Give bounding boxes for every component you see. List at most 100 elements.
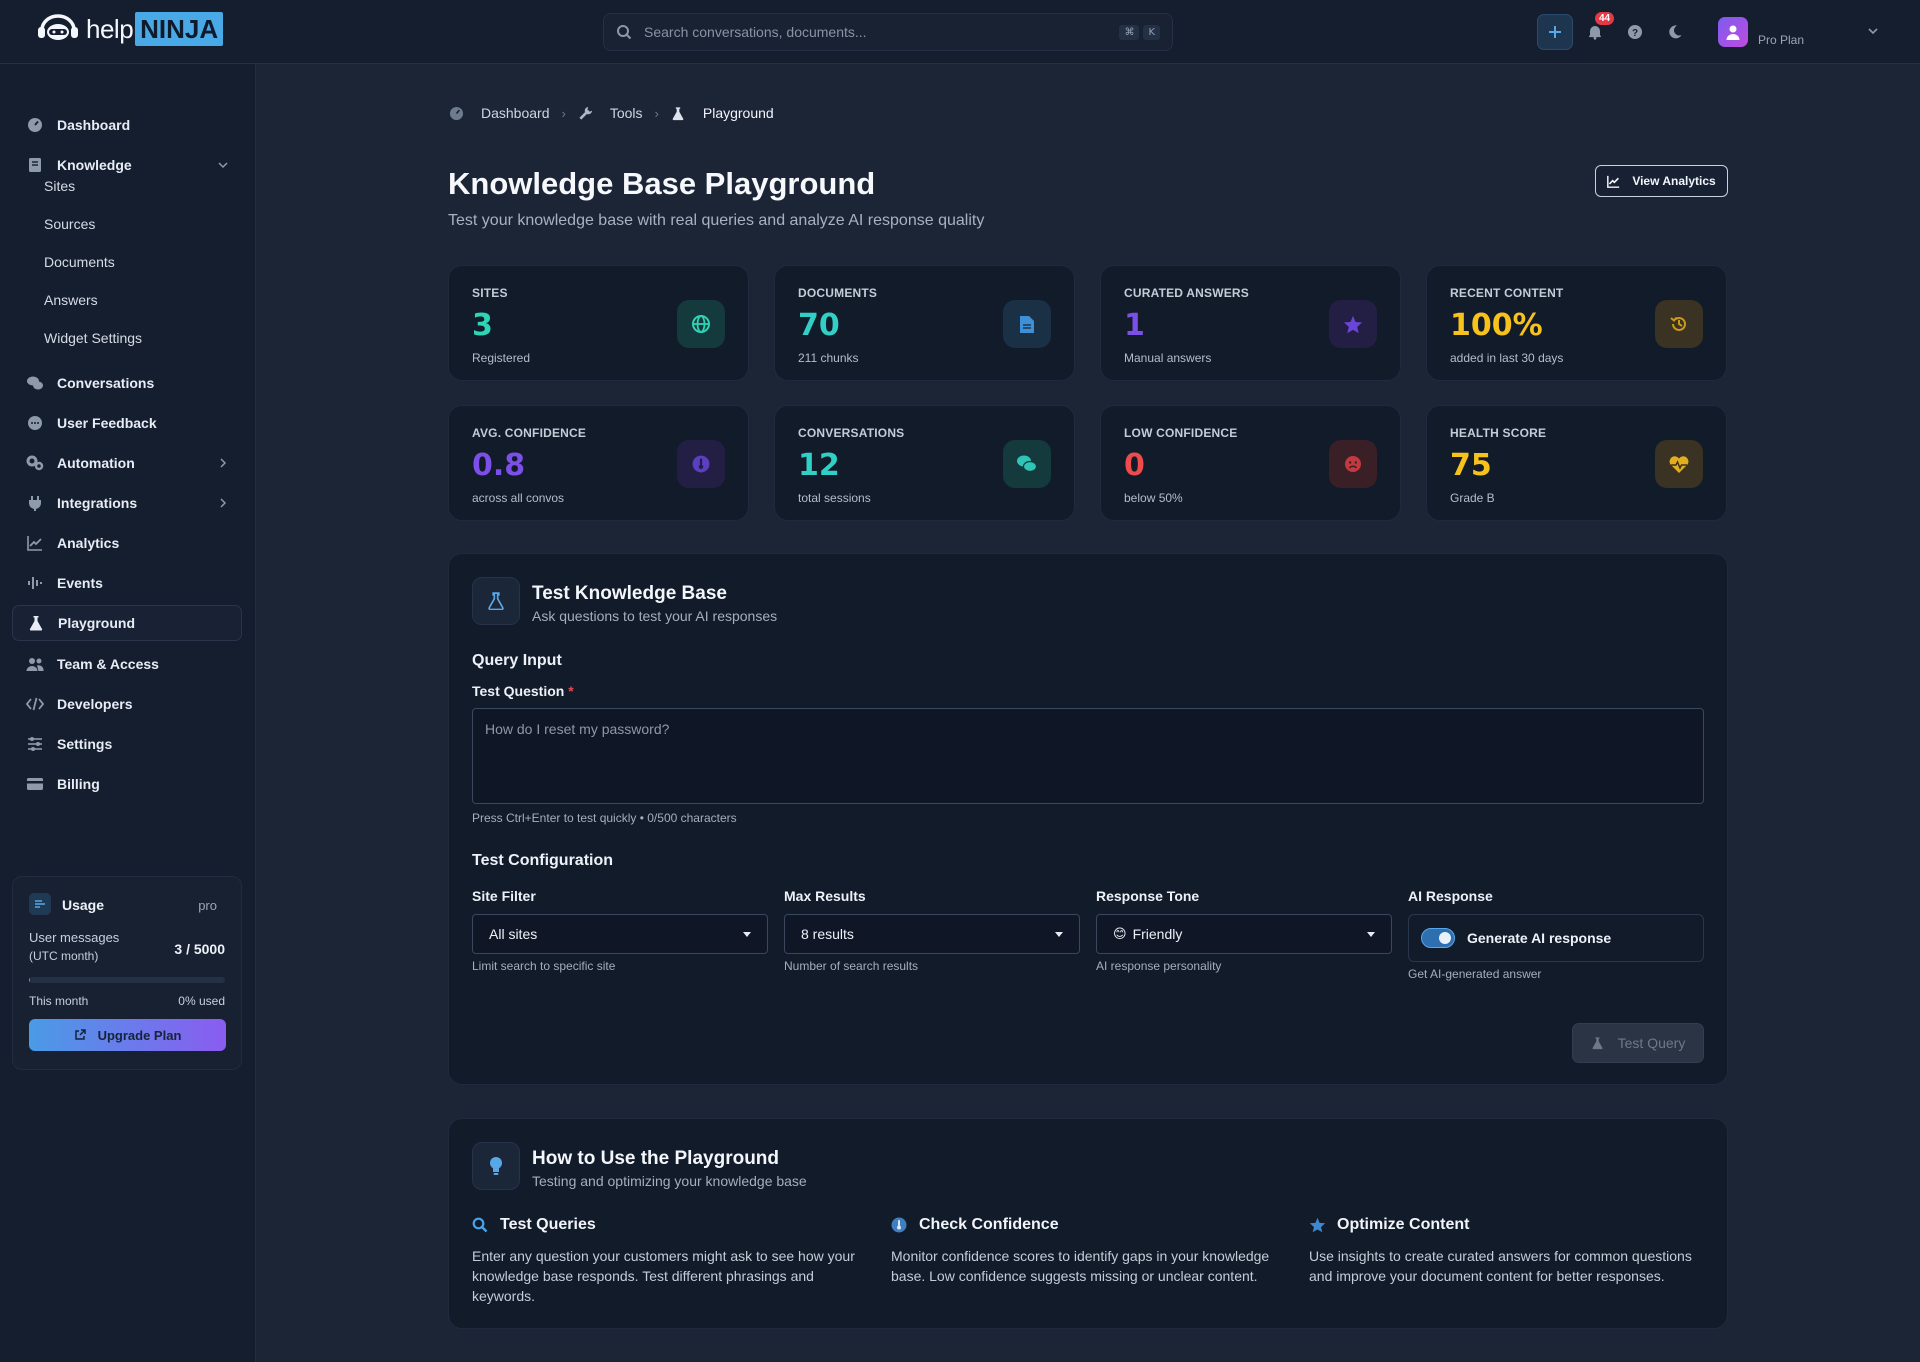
sidebar: Dashboard Knowledge Sites Sources Docume… — [0, 64, 256, 1362]
breadcrumb: Dashboard › Tools › Playground — [449, 105, 774, 121]
site-filter-label: Site Filter — [472, 888, 536, 904]
user-icon — [1726, 25, 1740, 40]
sidebar-subitem-answers[interactable]: Answers — [44, 292, 98, 308]
usage-icon — [29, 893, 51, 915]
create-new-button[interactable] — [1537, 14, 1573, 50]
max-results-value: 8 results — [801, 926, 854, 942]
panel-title: Test Knowledge Base — [532, 583, 727, 604]
flask-icon — [27, 614, 45, 632]
usage-percent: 0% used — [178, 994, 225, 1008]
star-icon — [1329, 300, 1377, 348]
help-button[interactable]: ? — [1617, 14, 1653, 50]
site-filter-select[interactable]: All sites — [472, 914, 768, 954]
max-results-select[interactable]: 8 results — [784, 914, 1080, 954]
stat-label: AVG. CONFIDENCE — [472, 426, 587, 440]
view-analytics-button[interactable]: View Analytics — [1595, 165, 1728, 197]
stat-label: CURATED ANSWERS — [1124, 286, 1249, 300]
sidebar-item-label: Playground — [58, 615, 136, 631]
user-menu[interactable]: Pro Plan — [1710, 10, 1888, 54]
chevron-down-icon — [1868, 28, 1878, 35]
sidebar-item-label: Developers — [57, 696, 133, 712]
ai-response-toggle[interactable] — [1421, 928, 1455, 948]
test-configuration-heading: Test Configuration — [472, 852, 614, 869]
usage-label: User messages — [29, 930, 120, 945]
sidebar-subitem-documents[interactable]: Documents — [44, 254, 115, 270]
response-tone-label: Response Tone — [1096, 888, 1200, 904]
tip-title: Check Confidence — [919, 1216, 1059, 1233]
chevron-right-icon — [220, 498, 227, 508]
page-subtitle: Test your knowledge base with real queri… — [448, 212, 985, 229]
sidebar-item-label: Knowledge — [57, 157, 132, 173]
toggle-knob — [1439, 932, 1451, 944]
stat-caption: Registered — [472, 351, 531, 365]
usage-label-sub: (UTC month) — [29, 949, 99, 963]
stat-value: 75 — [1450, 448, 1492, 483]
test-question-hint: Press Ctrl+Enter to test quickly • 0/500… — [472, 811, 737, 825]
sidebar-item-dashboard[interactable]: Dashboard — [12, 107, 242, 143]
test-query-button[interactable]: Test Query — [1572, 1023, 1704, 1063]
sidebar-item-label: Integrations — [57, 495, 138, 511]
app-logo[interactable]: help NINJA — [36, 12, 224, 46]
usage-progress-bar — [29, 977, 225, 983]
search-icon — [472, 1216, 490, 1234]
avatar — [1718, 17, 1748, 47]
upgrade-plan-button[interactable]: Upgrade Plan — [29, 1019, 226, 1051]
sidebar-item-events[interactable]: Events — [12, 565, 242, 601]
usage-title: Usage — [62, 897, 105, 913]
stat-card-health-score: HEALTH SCORE 75 Grade B — [1426, 405, 1727, 521]
flask-icon — [671, 105, 687, 121]
bell-icon — [1589, 26, 1601, 40]
sidebar-item-playground[interactable]: Playground — [12, 605, 242, 641]
flask-icon — [1592, 1037, 1603, 1050]
stat-value: 12 — [798, 448, 840, 483]
notifications-button[interactable]: 44 — [1577, 12, 1615, 50]
sidebar-subitem-sources[interactable]: Sources — [44, 216, 95, 232]
sidebar-item-label: Analytics — [57, 535, 120, 551]
stat-card-low-confidence: LOW CONFIDENCE 0 below 50% — [1100, 405, 1401, 521]
sidebar-item-analytics[interactable]: Analytics — [12, 525, 242, 561]
tip-check-confidence: Check Confidence Monitor confidence scor… — [891, 1216, 1291, 1286]
top-bar: help NINJA ⌘ K 44 — [0, 0, 1920, 64]
stat-label: SITES — [472, 286, 508, 300]
test-question-input[interactable] — [472, 708, 1704, 804]
theme-toggle-button[interactable] — [1657, 14, 1693, 50]
how-to-subtitle: Testing and optimizing your knowledge ba… — [532, 1173, 807, 1189]
sidebar-subitem-sites[interactable]: Sites — [44, 178, 75, 194]
sidebar-item-automation[interactable]: Automation — [12, 445, 242, 481]
search-icon — [617, 25, 632, 40]
sidebar-item-settings[interactable]: Settings — [12, 726, 242, 762]
question-circle-icon: ? — [1628, 25, 1642, 39]
test-query-label: Test Query — [1617, 1035, 1686, 1051]
upgrade-plan-label: Upgrade Plan — [97, 1027, 182, 1043]
sidebar-item-developers[interactable]: Developers — [12, 686, 242, 722]
sidebar-item-label: Settings — [57, 736, 113, 752]
response-tone-select[interactable]: 😊 Friendly — [1096, 914, 1392, 954]
tip-body: Enter any question your customers might … — [472, 1248, 855, 1304]
sidebar-item-label: Billing — [57, 776, 100, 792]
thermometer-icon — [677, 440, 725, 488]
sidebar-item-conversations[interactable]: Conversations — [12, 365, 242, 401]
sidebar-item-integrations[interactable]: Integrations — [12, 485, 242, 521]
shortcut-key-cmd: ⌘ — [1119, 24, 1140, 40]
sidebar-item-billing[interactable]: Billing — [12, 766, 242, 802]
response-tone-hint: AI response personality — [1096, 959, 1222, 973]
ai-response-toggle-container[interactable]: Generate AI response — [1408, 914, 1704, 962]
search-input[interactable] — [644, 24, 1116, 40]
global-search[interactable]: ⌘ K — [603, 13, 1173, 51]
sidebar-item-team-access[interactable]: Team & Access — [12, 646, 242, 682]
tip-title: Test Queries — [500, 1216, 596, 1233]
usage-period: This month — [29, 994, 89, 1008]
chart-line-icon — [1607, 175, 1620, 188]
stat-card-avg-confidence: AVG. CONFIDENCE 0.8 across all convos — [448, 405, 749, 521]
required-mark: * — [568, 683, 574, 699]
sidebar-item-user-feedback[interactable]: User Feedback — [12, 405, 242, 441]
sidebar-subitem-widget-settings[interactable]: Widget Settings — [44, 330, 142, 346]
topbar-actions: 44 ? — [1537, 12, 1693, 50]
stat-caption: added in last 30 days — [1450, 351, 1564, 365]
usage-count: 3 / 5000 — [174, 941, 225, 957]
stat-caption: below 50% — [1124, 491, 1183, 505]
breadcrumb-dashboard[interactable]: Dashboard — [481, 105, 550, 121]
breadcrumb-tools[interactable]: Tools — [610, 105, 643, 121]
view-analytics-label: View Analytics — [1632, 174, 1716, 188]
smile-emoji-icon: 😊 — [1113, 926, 1127, 942]
